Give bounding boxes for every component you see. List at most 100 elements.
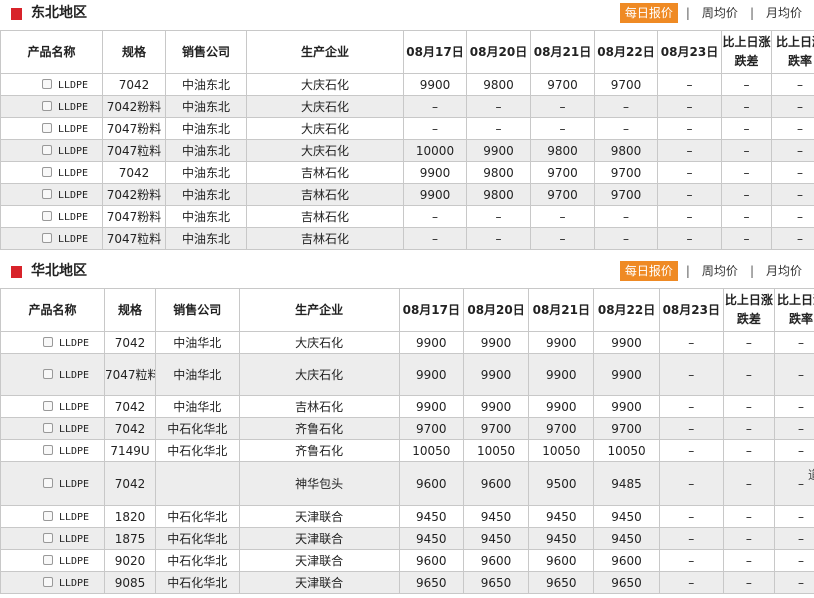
table-row: LLDPE 7042粉料 中油东北 大庆石化 – – – – – – – bbox=[0, 95, 814, 118]
cell-diff: – bbox=[722, 549, 775, 572]
cell-0823: – bbox=[658, 461, 724, 506]
cell-product: LLDPE bbox=[0, 395, 105, 418]
cell-0820: – bbox=[466, 227, 531, 250]
tab-daily-price[interactable]: 每日报价 bbox=[619, 3, 678, 23]
table-row: LLDPE 7042 神华包头 9600 9600 9500 9485– – – bbox=[0, 461, 814, 506]
cell-0817: 9900 bbox=[398, 331, 464, 354]
product-name: LLDPE bbox=[58, 369, 90, 381]
header-col-0822: 08月22日 bbox=[594, 30, 658, 74]
cell-0817: 9900 bbox=[398, 353, 464, 396]
table-row: LLDPE 1820 中石化华北 天津联合 9450 9450 9450 9450– – – bbox=[0, 505, 814, 528]
tab-daily-price[interactable]: 每日报价 bbox=[619, 261, 678, 281]
cell-spec: 7042 bbox=[102, 161, 166, 184]
cell-0822: 9600 bbox=[593, 549, 660, 572]
cell-spec: 7047粉料 bbox=[102, 205, 166, 228]
checkbox-icon[interactable] bbox=[42, 554, 53, 565]
checkbox-icon[interactable] bbox=[42, 532, 53, 543]
red-square-icon bbox=[11, 266, 22, 278]
price-table-northeast: 产品名称 规格 销售公司 生产企业 08月17日 08月20日 08月21日 08月22日 08… bbox=[0, 30, 814, 250]
checkbox-icon[interactable] bbox=[41, 210, 52, 221]
cell-producer: 吉林石化 bbox=[246, 227, 404, 250]
checkbox-icon[interactable] bbox=[42, 400, 53, 411]
cell-0817: – bbox=[403, 227, 467, 250]
table-row: LLDPE 7047粉料 中油东北 大庆石化 – – – – – – – bbox=[0, 117, 814, 140]
cell-seller: 中油东北 bbox=[165, 183, 247, 206]
cell-product: LLDPE bbox=[0, 117, 103, 140]
cell-0821: 9700 bbox=[528, 417, 595, 440]
section-header: 华北地区 每日报价 | 周均价 | 月均价 bbox=[0, 258, 814, 284]
checkbox-icon[interactable] bbox=[41, 188, 52, 199]
checkbox-icon[interactable] bbox=[42, 510, 53, 521]
header-col-seller: 销售公司 bbox=[154, 288, 240, 332]
checkbox-icon[interactable] bbox=[42, 444, 53, 455]
cell-0817: 9450 bbox=[398, 505, 464, 528]
checkbox-icon[interactable] bbox=[42, 368, 53, 379]
cell-spec: 7047粉料 bbox=[102, 117, 166, 140]
checkbox-icon[interactable] bbox=[41, 122, 52, 133]
tab-monthly-average[interactable]: 月均价 bbox=[762, 261, 806, 281]
table-row: LLDPE 9085 中石化华北 天津联合 9650 9650 9650 9650– – – bbox=[0, 571, 814, 594]
cell-diff: – bbox=[721, 73, 772, 96]
cell-0821: 9600 bbox=[528, 549, 595, 572]
cell-rate: – bbox=[773, 331, 814, 354]
header-col-0820: 08月20日 bbox=[466, 30, 531, 74]
cell-0817: 9900 bbox=[398, 395, 464, 418]
checkbox-icon[interactable] bbox=[41, 166, 52, 177]
cell-producer: 吉林石化 bbox=[246, 205, 404, 228]
table-row: LLDPE 7149U 中石化华北 齐鲁石化 10050 10050 10050 10050–… bbox=[0, 439, 814, 462]
cell-rate: – bbox=[773, 439, 814, 462]
cell-0822: 9700 bbox=[594, 73, 658, 96]
cell-producer: 大庆石化 bbox=[246, 95, 404, 118]
cell-product: LLDPE bbox=[0, 439, 105, 462]
tab-weekly-average[interactable]: 周均价 bbox=[698, 261, 742, 281]
checkbox-icon[interactable] bbox=[42, 576, 53, 587]
cell-rate: – bbox=[771, 205, 814, 228]
cell-0823: – bbox=[657, 95, 722, 118]
checkbox-icon[interactable] bbox=[42, 336, 53, 347]
product-name: LLDPE bbox=[57, 233, 89, 245]
cell-0820: 9900 bbox=[466, 139, 531, 162]
checkbox-icon[interactable] bbox=[42, 477, 53, 488]
tab-monthly-average[interactable]: 月均价 bbox=[762, 3, 806, 23]
cell-0821: – bbox=[530, 117, 595, 140]
cell-seller: 中油华北 bbox=[154, 353, 240, 396]
product-name: LLDPE bbox=[57, 189, 89, 201]
product-name: LLDPE bbox=[58, 401, 90, 413]
cell-diff: – bbox=[722, 417, 775, 440]
checkbox-icon[interactable] bbox=[41, 100, 52, 111]
header-col-rate: 比上日涨跌率 bbox=[773, 288, 814, 332]
header-col-diff: 比上日涨跌差 bbox=[722, 288, 775, 332]
cell-seller: 中油东北 bbox=[165, 227, 247, 250]
cell-0817: 9900 bbox=[403, 73, 467, 96]
cell-spec: 7042 bbox=[102, 73, 166, 96]
cell-0822: 9700 bbox=[593, 417, 660, 440]
checkbox-icon[interactable] bbox=[41, 78, 52, 89]
cell-rate: – bbox=[771, 117, 814, 140]
cell-diff: – bbox=[721, 139, 772, 162]
cell-0823: – bbox=[657, 117, 722, 140]
checkbox-icon[interactable] bbox=[41, 144, 52, 155]
checkbox-icon[interactable] bbox=[42, 422, 53, 433]
table-row: LLDPE 1875 中石化华北 天津联合 9450 9450 9450 9450– – – bbox=[0, 527, 814, 550]
cell-diff: – bbox=[721, 205, 772, 228]
cell-product: LLDPE bbox=[0, 527, 105, 550]
cell-producer: 天津联合 bbox=[238, 571, 400, 594]
cell-spec: 7149U bbox=[104, 439, 156, 462]
table-header-row: 产品名称 规格 销售公司 生产企业 08月17日 08月20日 08月21日 08月22日 08… bbox=[0, 288, 814, 332]
cell-0820: 9450 bbox=[462, 527, 530, 550]
product-name: LLDPE bbox=[58, 577, 90, 589]
cell-0821: – bbox=[530, 205, 595, 228]
cell-product: LLDPE bbox=[0, 353, 105, 396]
cell-0821: 9900 bbox=[528, 331, 595, 354]
checkbox-icon[interactable] bbox=[41, 232, 52, 243]
cell-0820: 9600 bbox=[462, 461, 530, 506]
cell-0821: – bbox=[530, 227, 595, 250]
tab-weekly-average[interactable]: 周均价 bbox=[698, 3, 742, 23]
cell-diff: – bbox=[722, 527, 775, 550]
cell-diff: – bbox=[722, 571, 775, 594]
product-name: LLDPE bbox=[57, 79, 89, 91]
cell-rate: – bbox=[773, 353, 814, 396]
cell-0820: – bbox=[466, 117, 531, 140]
header-col-rate: 比上日涨跌率 bbox=[771, 30, 814, 74]
table-row: LLDPE 7042 中油华北 大庆石化 9900 9900 9900 9900– – – bbox=[0, 331, 814, 354]
